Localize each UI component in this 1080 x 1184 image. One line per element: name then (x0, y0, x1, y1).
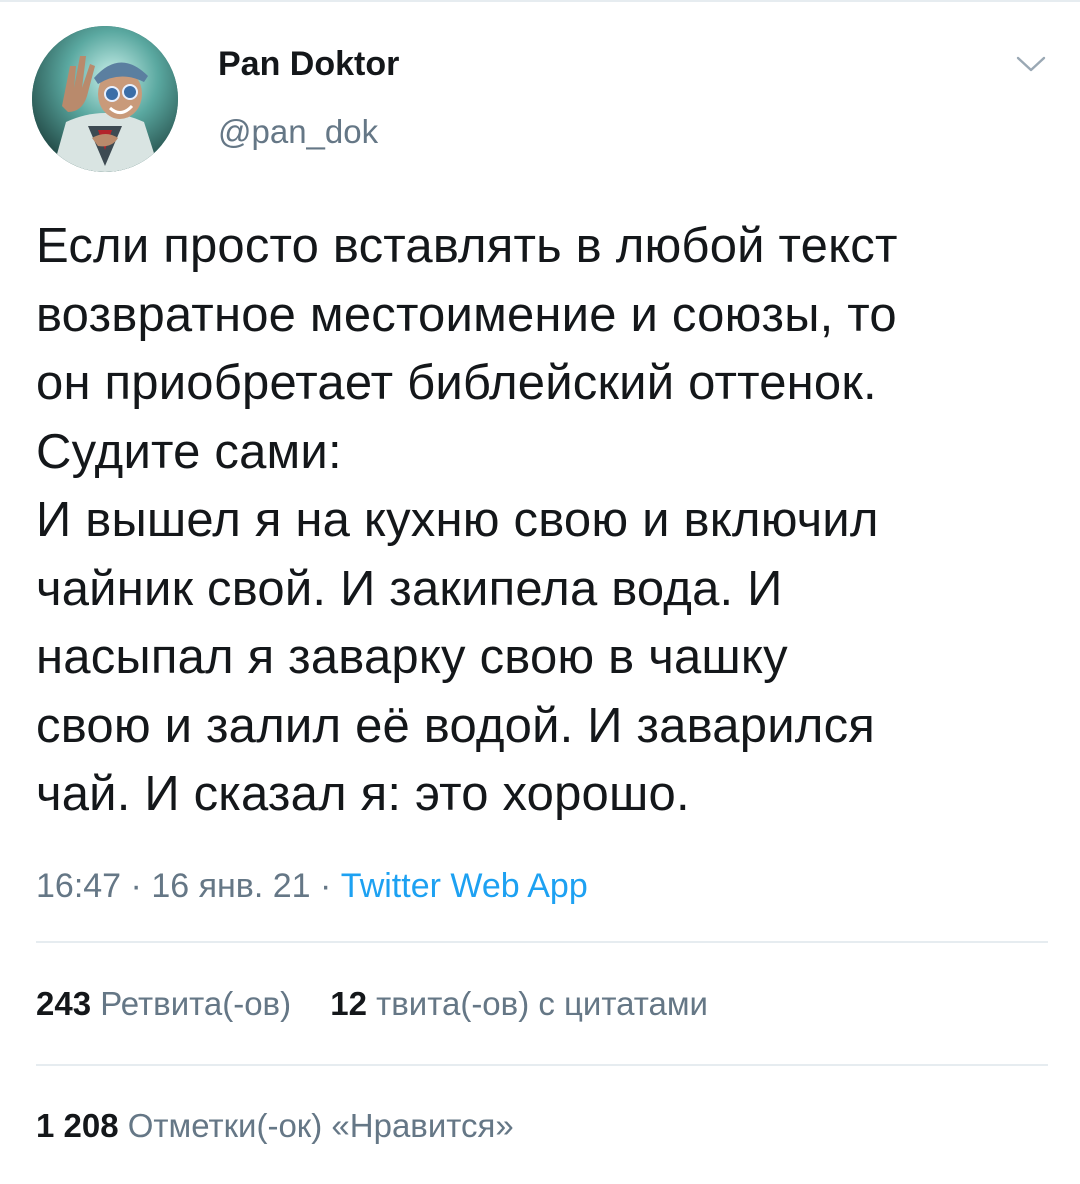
divider (36, 941, 1048, 943)
author-handle[interactable]: @pan_dok (218, 112, 378, 152)
tweet-meta: 16:47 · 16 янв. 21 · Twitter Web App (36, 862, 588, 910)
tweet-text: Если просто вставлять в любой текст возв… (36, 219, 898, 821)
meta-separator: · (130, 867, 142, 905)
avatar-image (32, 26, 178, 172)
retweets-label: Ретвита(-ов) (100, 985, 292, 1022)
likes-count: 1 208 (36, 1107, 119, 1144)
tweet-time[interactable]: 16:47 (36, 867, 121, 905)
tweet-source-link[interactable]: Twitter Web App (341, 867, 588, 905)
quotes-stat[interactable]: 12 твита(-ов) с цитатами (330, 982, 708, 1026)
divider (36, 1064, 1048, 1066)
retweets-count: 243 (36, 985, 92, 1022)
top-divider (0, 0, 1080, 2)
quotes-label: твита(-ов) с цитатами (376, 985, 708, 1022)
tweet-detail: Pan Doktor @pan_dok Если просто вставлят… (0, 0, 1080, 1184)
quotes-count: 12 (330, 985, 367, 1022)
likes-stat[interactable]: 1 208 Отметки(-ок) «Нравится» (36, 1104, 514, 1148)
author-name[interactable]: Pan Doktor (218, 44, 399, 84)
chevron-down-icon[interactable] (1012, 50, 1050, 78)
meta-separator: · (320, 867, 332, 905)
stats-row-retweets: 243 Ретвита(-ов) 12 твита(-ов) с цитатам… (36, 982, 708, 1026)
avatar[interactable] (32, 26, 178, 172)
likes-label: Отметки(-ок) «Нравится» (127, 1107, 514, 1144)
stats-row-likes: 1 208 Отметки(-ок) «Нравится» (36, 1104, 514, 1148)
retweets-stat[interactable]: 243 Ретвита(-ов) (36, 982, 291, 1026)
tweet-date[interactable]: 16 янв. 21 (151, 867, 310, 905)
